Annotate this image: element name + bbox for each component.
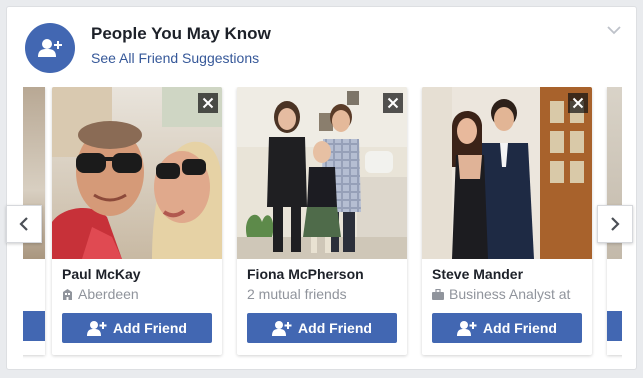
suggestion-card: Steve Mander Business Analyst at Add Fri…: [422, 87, 592, 355]
carousel-prev-button[interactable]: [6, 205, 42, 243]
suggestion-detail-text: Business Analyst at: [449, 286, 571, 302]
add-friend-icon: [272, 321, 292, 336]
people-you-may-know-panel: People You May Know See All Friend Sugge…: [6, 6, 637, 370]
add-friend-icon: [87, 321, 107, 336]
add-friend-label: Add Friend: [113, 320, 187, 336]
suggestion-detail: 2 mutual friends: [247, 286, 405, 302]
close-icon[interactable]: [568, 93, 588, 113]
suggestion-card: Paul McKay Aberdeen Add Friend: [52, 87, 222, 355]
add-friend-icon: [457, 321, 477, 336]
building-icon: [63, 289, 72, 300]
section-title: People You May Know: [91, 24, 271, 43]
profile-photo[interactable]: [237, 87, 407, 259]
add-friend-button[interactable]: Add Friend: [247, 313, 397, 343]
suggestions-carousel: Paul McKay Aberdeen Add Friend Fiona McP…: [23, 87, 622, 359]
suggestion-name[interactable]: Steve Mander: [432, 266, 588, 282]
suggestion-detail: Business Analyst at: [432, 286, 590, 302]
suggestion-detail-text[interactable]: 2 mutual friends: [247, 286, 347, 302]
close-icon[interactable]: [383, 93, 403, 113]
profile-photo[interactable]: [52, 87, 222, 259]
suggestion-card: Fiona McPherson 2 mutual friends Add Fri…: [237, 87, 407, 355]
suggestion-name[interactable]: Paul McKay: [62, 266, 218, 282]
add-friends-icon: [25, 23, 75, 73]
chevron-down-icon[interactable]: [606, 23, 622, 35]
chevron-left-icon: [19, 217, 28, 231]
close-icon[interactable]: [198, 93, 218, 113]
add-friend-label: Add Friend: [298, 320, 372, 336]
add-friend-button[interactable]: Add Friend: [62, 313, 212, 343]
suggestion-name[interactable]: Fiona McPherson: [247, 266, 403, 282]
partial-add-button: [23, 311, 45, 341]
add-friend-button[interactable]: Add Friend: [432, 313, 582, 343]
add-friend-label: Add Friend: [483, 320, 557, 336]
briefcase-icon: [432, 288, 444, 300]
chevron-right-icon: [611, 217, 620, 231]
suggestion-detail-text: Aberdeen: [78, 286, 139, 302]
partial-add-button: [607, 311, 622, 341]
profile-photo[interactable]: [422, 87, 592, 259]
see-all-suggestions-link[interactable]: See All Friend Suggestions: [91, 50, 259, 66]
carousel-next-button[interactable]: [597, 205, 633, 243]
suggestion-detail: Aberdeen: [62, 286, 220, 302]
